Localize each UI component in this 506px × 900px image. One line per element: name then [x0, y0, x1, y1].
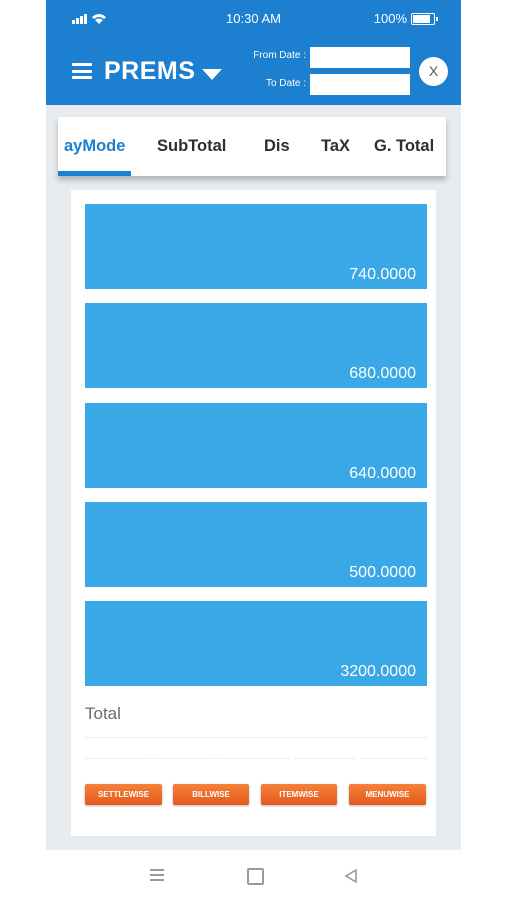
amount-value: 680.0000: [349, 365, 416, 382]
hamburger-menu-icon[interactable]: [72, 63, 92, 79]
amount-row[interactable]: 740.0000: [85, 204, 427, 289]
active-tab-indicator: [58, 171, 131, 176]
tab-grand-total[interactable]: G. Total: [374, 137, 434, 156]
app-title[interactable]: PREMS: [104, 57, 195, 86]
summary-card: 740.0000 680.0000 640.0000 500.0000 3200…: [71, 190, 436, 836]
system-nav-bar: [0, 850, 506, 900]
tab-bar: ayMode SubTotal Dis TaX G. Total: [58, 117, 446, 176]
battery-status: 100%: [373, 11, 438, 26]
amount-value: 740.0000: [349, 266, 416, 283]
amount-row[interactable]: 500.0000: [85, 502, 427, 587]
divider: [218, 758, 290, 759]
divider: [360, 758, 427, 759]
menuwise-button[interactable]: MENUWISE: [349, 784, 426, 805]
amount-row[interactable]: 680.0000: [85, 303, 427, 388]
tab-tax[interactable]: TaX: [321, 137, 350, 156]
total-label: Total: [85, 704, 121, 723]
divider: [85, 758, 150, 759]
divider: [85, 737, 427, 738]
to-date-field[interactable]: [310, 74, 410, 95]
settlewise-button[interactable]: SETTLEWISE: [85, 784, 162, 805]
recent-apps-icon[interactable]: [150, 869, 164, 884]
amount-value: 3200.0000: [340, 663, 416, 680]
battery-percent: 100%: [373, 11, 407, 26]
amount-value: 500.0000: [349, 564, 416, 581]
tab-paymode[interactable]: ayMode: [64, 137, 125, 156]
battery-icon: [411, 12, 438, 25]
amount-row[interactable]: 640.0000: [85, 403, 427, 488]
amount-row[interactable]: 3200.0000: [85, 601, 427, 686]
to-date-label: To Date :: [265, 78, 306, 89]
from-date-label: From Date :: [253, 50, 306, 61]
app-bar: PREMS From Date : To Date : X: [46, 37, 461, 105]
dropdown-caret-icon[interactable]: [202, 69, 222, 80]
tab-subtotal[interactable]: SubTotal: [157, 137, 226, 156]
itemwise-button[interactable]: ITEMWISE: [261, 784, 337, 805]
home-icon[interactable]: [247, 868, 264, 885]
status-bar: 10:30 AM 100%: [46, 0, 461, 37]
divider: [294, 758, 356, 759]
back-icon[interactable]: [344, 869, 358, 883]
from-date-field[interactable]: [310, 47, 410, 68]
divider: [154, 758, 214, 759]
amount-value: 640.0000: [349, 465, 416, 482]
billwise-button[interactable]: BILLWISE: [173, 784, 249, 805]
tab-dis[interactable]: Dis: [264, 137, 290, 156]
phone-screen: 10:30 AM 100% PREMS From Date : To Date …: [46, 0, 461, 850]
close-button[interactable]: X: [419, 57, 448, 86]
